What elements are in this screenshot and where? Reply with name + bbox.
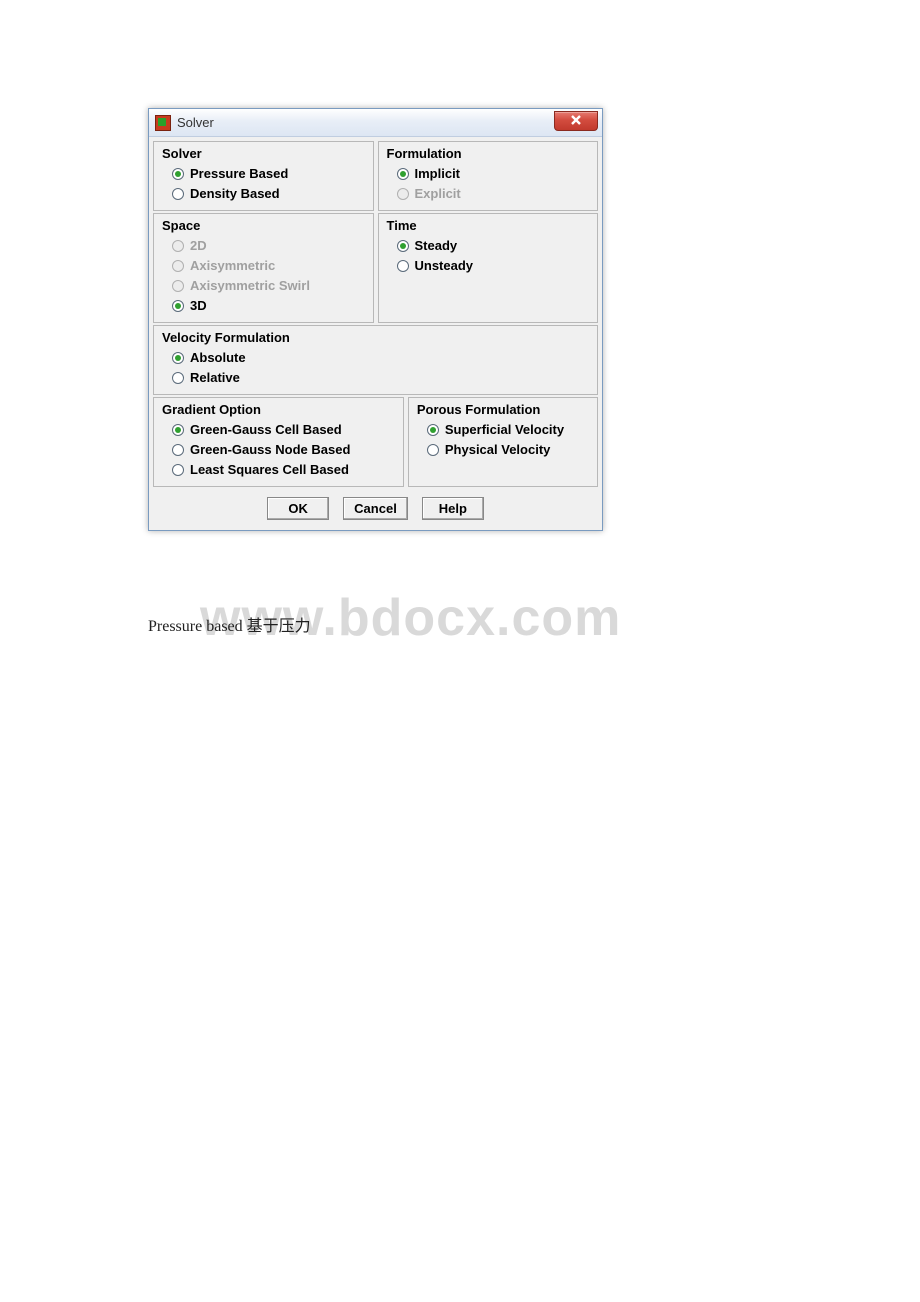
radio-icon <box>397 260 409 272</box>
close-button[interactable] <box>554 111 598 131</box>
group-space: Space 2D Axisymmetric Axisymmetric Swirl… <box>153 213 374 323</box>
radio-physical-velocity[interactable]: Physical Velocity <box>417 440 589 460</box>
radio-label: Explicit <box>415 185 461 203</box>
radio-icon <box>172 444 184 456</box>
radio-relative[interactable]: Relative <box>162 368 589 388</box>
radio-axisymmetric: Axisymmetric <box>162 256 365 276</box>
group-title-space: Space <box>162 218 365 233</box>
radio-label: Steady <box>415 237 458 255</box>
group-title-velocity: Velocity Formulation <box>162 330 589 345</box>
cancel-button[interactable]: Cancel <box>343 497 408 520</box>
dialog-client: Solver Pressure Based Density Based Form… <box>149 137 602 530</box>
group-title-porous: Porous Formulation <box>417 402 589 417</box>
radio-icon <box>172 300 184 312</box>
radio-label: Axisymmetric <box>190 257 275 275</box>
group-title-time: Time <box>387 218 590 233</box>
radio-gg-node[interactable]: Green-Gauss Node Based <box>162 440 395 460</box>
radio-icon <box>172 188 184 200</box>
radio-icon <box>172 168 184 180</box>
radio-label: Axisymmetric Swirl <box>190 277 310 295</box>
radio-absolute[interactable]: Absolute <box>162 348 589 368</box>
titlebar[interactable]: Solver <box>149 109 602 137</box>
group-title-gradient: Gradient Option <box>162 402 395 417</box>
group-solver: Solver Pressure Based Density Based <box>153 141 374 211</box>
radio-unsteady[interactable]: Unsteady <box>387 256 590 276</box>
radio-2d: 2D <box>162 236 365 256</box>
group-porous-formulation: Porous Formulation Superficial Velocity … <box>408 397 598 487</box>
radio-label: Pressure Based <box>190 165 288 183</box>
window-title: Solver <box>177 115 214 130</box>
help-button[interactable]: Help <box>422 497 484 520</box>
radio-gg-cell[interactable]: Green-Gauss Cell Based <box>162 420 395 440</box>
radio-icon <box>172 280 184 292</box>
ok-button[interactable]: OK <box>267 497 329 520</box>
radio-steady[interactable]: Steady <box>387 236 590 256</box>
solver-dialog: Solver Solver Pressure Based Density Bas… <box>148 108 603 531</box>
radio-icon <box>427 444 439 456</box>
radio-icon <box>172 352 184 364</box>
radio-icon <box>397 188 409 200</box>
radio-implicit[interactable]: Implicit <box>387 164 590 184</box>
radio-label: Unsteady <box>415 257 474 275</box>
radio-least-squares[interactable]: Least Squares Cell Based <box>162 460 395 480</box>
radio-density-based[interactable]: Density Based <box>162 184 365 204</box>
radio-icon <box>397 240 409 252</box>
button-row: OK Cancel Help <box>153 489 598 526</box>
radio-label: Absolute <box>190 349 246 367</box>
radio-icon <box>172 260 184 272</box>
group-gradient-option: Gradient Option Green-Gauss Cell Based G… <box>153 397 404 487</box>
radio-label: 3D <box>190 297 207 315</box>
radio-label: Implicit <box>415 165 461 183</box>
radio-label: Physical Velocity <box>445 441 551 459</box>
app-icon <box>155 115 171 131</box>
radio-icon <box>172 424 184 436</box>
radio-label: Least Squares Cell Based <box>190 461 349 479</box>
radio-label: Relative <box>190 369 240 387</box>
group-title-solver: Solver <box>162 146 365 161</box>
radio-superficial-velocity[interactable]: Superficial Velocity <box>417 420 589 440</box>
radio-icon <box>172 240 184 252</box>
caption-text: Pressure based 基于压力 <box>148 612 311 636</box>
radio-label: Superficial Velocity <box>445 421 564 439</box>
radio-icon <box>427 424 439 436</box>
radio-icon <box>172 372 184 384</box>
radio-explicit: Explicit <box>387 184 590 204</box>
radio-pressure-based[interactable]: Pressure Based <box>162 164 365 184</box>
group-title-formulation: Formulation <box>387 146 590 161</box>
radio-label: Green-Gauss Cell Based <box>190 421 342 439</box>
radio-label: Green-Gauss Node Based <box>190 441 350 459</box>
radio-3d[interactable]: 3D <box>162 296 365 316</box>
radio-icon <box>172 464 184 476</box>
close-icon <box>570 114 582 129</box>
radio-icon <box>397 168 409 180</box>
radio-axisymmetric-swirl: Axisymmetric Swirl <box>162 276 365 296</box>
radio-label: 2D <box>190 237 207 255</box>
group-formulation: Formulation Implicit Explicit <box>378 141 599 211</box>
group-time: Time Steady Unsteady <box>378 213 599 323</box>
group-velocity-formulation: Velocity Formulation Absolute Relative <box>153 325 598 395</box>
radio-label: Density Based <box>190 185 280 203</box>
